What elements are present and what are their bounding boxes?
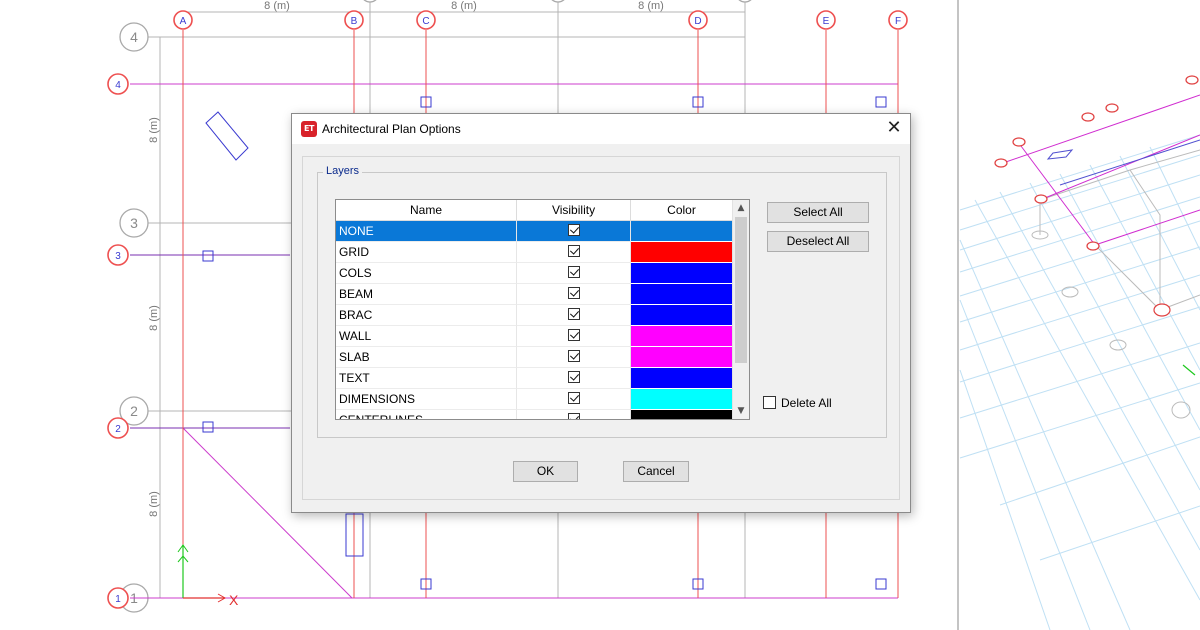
table-row[interactable]: CENTERLINES	[336, 410, 732, 419]
layer-name[interactable]: TEXT	[336, 368, 517, 389]
dim-label: 8 (m)	[148, 117, 160, 143]
deselect-all-button[interactable]: Deselect All	[767, 231, 869, 252]
grid-bubble-A: A	[180, 16, 187, 27]
close-button[interactable]: ✕	[878, 114, 910, 144]
visibility-checkbox[interactable]	[568, 413, 580, 419]
axis-x-label: X	[229, 592, 239, 608]
layer-name[interactable]: NONE	[336, 221, 517, 242]
architectural-plan-options-dialog: ET Architectural Plan Options ✕ Layers N…	[291, 113, 911, 513]
visibility-cell	[517, 326, 631, 347]
layer-name[interactable]: COLS	[336, 263, 517, 284]
table-row[interactable]: NONE	[336, 221, 732, 242]
grid-bubble-3: 3	[115, 251, 121, 262]
layer-color-swatch[interactable]	[631, 263, 732, 284]
grid-bubble-gray-4: 4	[130, 29, 138, 45]
layer-color-swatch[interactable]	[631, 368, 732, 389]
layer-color-swatch[interactable]	[631, 221, 732, 242]
visibility-cell	[517, 242, 631, 263]
visibility-cell	[517, 410, 631, 419]
visibility-cell	[517, 284, 631, 305]
dim-label: 8 (m)	[638, 0, 664, 12]
dim-label: 8 (m)	[148, 305, 160, 331]
table-row[interactable]: TEXT	[336, 368, 732, 389]
grid-bubble-1: 1	[115, 594, 121, 605]
dim-label: 8 (m)	[148, 491, 160, 517]
visibility-cell	[517, 263, 631, 284]
table-row[interactable]: SLAB	[336, 347, 732, 368]
select-all-button[interactable]: Select All	[767, 202, 869, 223]
dialog-titlebar[interactable]: ET Architectural Plan Options ✕	[292, 114, 910, 144]
grid-bubble-4: 4	[115, 80, 121, 91]
layer-name[interactable]: BEAM	[336, 284, 517, 305]
visibility-checkbox[interactable]	[568, 266, 580, 278]
visibility-checkbox[interactable]	[568, 287, 580, 299]
layers-group-label: Layers	[323, 165, 363, 177]
layer-color-swatch[interactable]	[631, 284, 732, 305]
axis-indicator: X	[177, 544, 239, 608]
visibility-cell	[517, 347, 631, 368]
table-row[interactable]: WALL	[336, 326, 732, 347]
visibility-checkbox[interactable]	[568, 224, 580, 236]
visibility-cell	[517, 305, 631, 326]
layer-color-swatch[interactable]	[631, 410, 732, 419]
ok-button[interactable]: OK	[513, 461, 578, 482]
layer-name[interactable]: GRID	[336, 242, 517, 263]
layers-table[interactable]: Name Visibility Color NONE GRID COLS BEAM BR…	[335, 199, 750, 420]
table-row[interactable]: COLS	[336, 263, 732, 284]
visibility-checkbox[interactable]	[568, 350, 580, 362]
grid-bubble-2: 2	[115, 424, 121, 435]
dialog-title: Architectural Plan Options	[322, 122, 461, 136]
delete-all-checkbox[interactable]	[763, 396, 776, 409]
layer-color-swatch[interactable]	[631, 389, 732, 410]
delete-all-label: Delete All	[781, 396, 832, 410]
3d-view[interactable]	[959, 75, 1200, 630]
etabs-app-icon: ET	[301, 121, 317, 137]
scroll-up-icon[interactable]: ▲	[733, 200, 749, 216]
table-row[interactable]: GRID	[336, 242, 732, 263]
layer-name[interactable]: BRAC	[336, 305, 517, 326]
layer-name[interactable]: WALL	[336, 326, 517, 347]
visibility-checkbox[interactable]	[568, 392, 580, 404]
cancel-button[interactable]: Cancel	[623, 461, 689, 482]
layers-table-body: NONE GRID COLS BEAM BRAC WALL SLAB TEXT DIMENSIO…	[336, 221, 732, 419]
dim-label: 8 (m)	[451, 0, 477, 12]
dim-label: 8 (m)	[264, 0, 290, 12]
layers-table-header: Name Visibility Color	[336, 200, 732, 221]
layer-color-swatch[interactable]	[631, 305, 732, 326]
visibility-cell	[517, 368, 631, 389]
layer-name[interactable]: DIMENSIONS	[336, 389, 517, 410]
layer-color-swatch[interactable]	[631, 242, 732, 263]
grid-bubble-gray-3: 3	[130, 215, 138, 231]
visibility-checkbox[interactable]	[568, 245, 580, 257]
layer-name[interactable]: CENTERLINES	[336, 410, 517, 419]
column-header-color[interactable]: Color	[631, 200, 732, 220]
table-row[interactable]: BRAC	[336, 305, 732, 326]
scroll-down-icon[interactable]: ▼	[733, 403, 749, 419]
grid-bubble-C: C	[422, 16, 429, 27]
visibility-checkbox[interactable]	[568, 308, 580, 320]
scrollbar-thumb[interactable]	[735, 217, 747, 363]
grid-bubble-F: F	[895, 16, 901, 27]
visibility-checkbox[interactable]	[568, 329, 580, 341]
layer-color-swatch[interactable]	[631, 326, 732, 347]
table-row[interactable]: BEAM	[336, 284, 732, 305]
visibility-cell	[517, 221, 631, 242]
grid-bubble-D: D	[694, 16, 701, 27]
visibility-checkbox[interactable]	[568, 371, 580, 383]
visibility-cell	[517, 389, 631, 410]
column-header-visibility[interactable]: Visibility	[517, 200, 631, 220]
layer-color-swatch[interactable]	[631, 347, 732, 368]
grid-bubble-gray-2: 2	[130, 403, 138, 419]
layer-name[interactable]: SLAB	[336, 347, 517, 368]
column-header-name[interactable]: Name	[336, 200, 517, 220]
vertical-scrollbar[interactable]: ▲ ▼	[732, 200, 749, 419]
grid-bubble-B: B	[351, 16, 358, 27]
table-row[interactable]: DIMENSIONS	[336, 389, 732, 410]
grid-bubble-E: E	[823, 16, 830, 27]
